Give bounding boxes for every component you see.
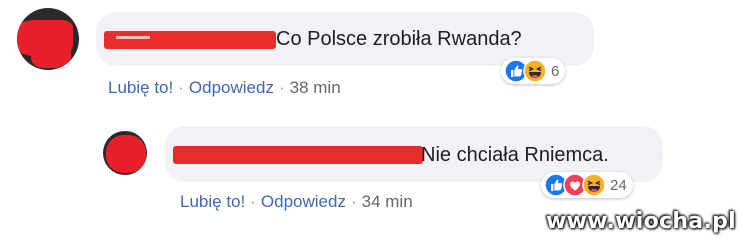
avatar[interactable] [17,8,79,70]
action-separator: · [350,192,357,211]
like-button[interactable]: Lubię to! [180,192,245,211]
action-separator: · [250,192,256,211]
reply-button[interactable]: Odpowiedz [261,192,346,211]
timestamp[interactable]: 38 min [290,78,341,97]
comment-text: Nie chciała Rniemca. [421,144,609,166]
action-separator: · [178,78,184,97]
reactions-summary[interactable]: 24 [541,172,633,198]
haha-icon [523,59,547,83]
reaction-count: 6 [551,62,560,80]
redacted-author-name[interactable] [104,31,276,49]
haha-icon [582,173,606,197]
timestamp[interactable]: 34 min [362,192,413,211]
action-separator: · [278,78,285,97]
reactions-summary[interactable]: 6 [501,58,566,84]
site-watermark: www.wiocha.pl [546,209,736,234]
reply-button[interactable]: Odpowiedz [189,78,274,97]
like-button[interactable]: Lubię to! [108,78,173,97]
comment-text: Co Polsce zrobiła Rwanda? [276,28,522,50]
avatar[interactable] [103,131,147,175]
comment-actions: Lubię to! · Odpowiedz · 38 min [108,78,341,98]
reaction-count: 24 [610,176,627,194]
comment-actions: Lubię to! · Odpowiedz · 34 min [180,192,413,212]
redacted-author-name[interactable] [173,146,423,164]
